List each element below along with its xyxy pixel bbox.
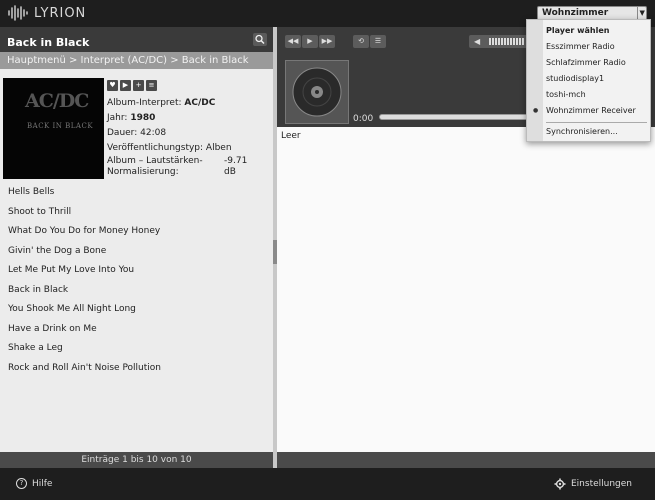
release-type-label: Veröffentlichungstyp: <box>107 143 204 153</box>
waveform-icon <box>8 5 28 21</box>
list-item[interactable]: Hells Bells <box>0 183 273 203</box>
play-icon[interactable]: ▶ <box>120 80 131 91</box>
transport-controls: ◀◀ ▶ ▶▶ <box>285 35 335 48</box>
help-icon: ? <box>16 478 27 489</box>
menu-item-synchronize[interactable]: Synchronisieren... <box>546 126 618 138</box>
list-item[interactable]: Shake a Leg <box>0 339 273 359</box>
menu-item-player[interactable]: toshi-mch <box>546 89 586 101</box>
menu-item-player[interactable]: Schlafzimmer Radio <box>546 57 626 69</box>
more-icon[interactable]: ≡ <box>146 80 157 91</box>
page-title: Back in Black <box>7 36 90 49</box>
album-info: AC/DC BACK IN BLACK ♥ ▶ + ≡ Album-Interp… <box>0 77 273 183</box>
track-list: Hells Bells Shoot to Thrill What Do You … <box>0 183 273 378</box>
bottom-bar: ? Hilfe Einstellungen <box>0 468 655 500</box>
cover-album-text: BACK IN BLACK <box>27 122 94 130</box>
elapsed-time: 0:00 <box>353 114 374 124</box>
search-icon[interactable] <box>253 33 267 46</box>
favorite-icon[interactable]: ♥ <box>107 80 118 91</box>
disc-icon <box>292 67 342 117</box>
list-item[interactable]: You Shook Me All Night Long <box>0 300 273 320</box>
player-dropdown-menu: Player wählen Esszimmer Radio Schlafzimm… <box>526 19 651 142</box>
list-item[interactable]: Let Me Put My Love Into You <box>0 261 273 281</box>
speaker-icon: ◀ <box>474 37 481 46</box>
artist-label: Album-Interpret: <box>107 98 182 108</box>
breadcrumb[interactable]: Hauptmenü > Interpret (AC/DC) > Back in … <box>0 52 273 69</box>
progress-bar[interactable] <box>379 114 529 120</box>
settings-button[interactable]: Einstellungen <box>554 478 632 490</box>
normalization-label: Album – Lautstärken-Normalisierung: <box>107 156 203 177</box>
album-actions: ♥ ▶ + ≡ <box>107 80 157 91</box>
artist-value[interactable]: AC/DC <box>184 98 215 108</box>
album-cover: AC/DC BACK IN BLACK <box>3 78 104 179</box>
gear-icon <box>554 478 566 490</box>
item-count: Einträge 1 bis 10 von 10 <box>0 452 273 468</box>
menu-item-player[interactable]: Esszimmer Radio <box>546 41 615 53</box>
add-icon[interactable]: + <box>133 80 144 91</box>
menu-item-player-selected[interactable]: Wohnzimmer Receiver <box>546 105 636 117</box>
release-type-value: Alben <box>205 143 232 153</box>
rewind-icon[interactable]: ◀◀ <box>285 35 301 48</box>
menu-header: Player wählen <box>546 26 610 35</box>
logo: LYRION <box>8 5 86 21</box>
playlist: Leer <box>277 127 655 452</box>
menu-gutter <box>527 20 543 141</box>
fast-forward-icon[interactable]: ▶▶ <box>319 35 335 48</box>
play-icon[interactable]: ▶ <box>302 35 318 48</box>
normalization-value: -9.71 dB <box>224 156 248 177</box>
help-label: Hilfe <box>32 478 53 489</box>
selected-dot-icon: ● <box>533 107 539 114</box>
playlist-footer <box>277 452 655 468</box>
duration-label: Dauer: <box>107 128 138 138</box>
list-item[interactable]: What Do You Do for Money Honey <box>0 222 273 242</box>
mode-controls: ⟲ ☰ <box>353 35 386 48</box>
browse-header: Back in Black <box>0 27 273 52</box>
list-item[interactable]: Have a Drink on Me <box>0 320 273 340</box>
duration-value: 42:08 <box>140 128 167 138</box>
help-button[interactable]: ? Hilfe <box>16 478 52 489</box>
repeat-icon[interactable]: ⟲ <box>353 35 369 48</box>
browse-panel: Back in Black Hauptmenü > Interpret (AC/… <box>0 27 273 452</box>
year-value[interactable]: 1980 <box>130 113 155 123</box>
menu-divider <box>546 122 647 123</box>
year-label: Jahr: <box>107 113 128 123</box>
now-playing-artwork <box>285 60 349 124</box>
cover-band-text: AC/DC <box>25 90 89 112</box>
list-item[interactable]: Rock and Roll Ain't Noise Pollution <box>0 359 273 379</box>
shuffle-icon[interactable]: ☰ <box>370 35 386 48</box>
app-title: LYRION <box>34 5 87 21</box>
menu-item-player[interactable]: studiodisplay1 <box>546 73 604 85</box>
settings-label: Einstellungen <box>570 479 632 489</box>
volume-level <box>489 38 525 45</box>
list-item[interactable]: Givin' the Dog a Bone <box>0 242 273 262</box>
list-item[interactable]: Shoot to Thrill <box>0 203 273 223</box>
album-metadata: Album-Interpret: AC/DC Jahr: 1980 Dauer:… <box>107 96 257 178</box>
list-item[interactable]: Back in Black <box>0 281 273 301</box>
volume-slider[interactable]: ◀ <box>469 35 529 48</box>
